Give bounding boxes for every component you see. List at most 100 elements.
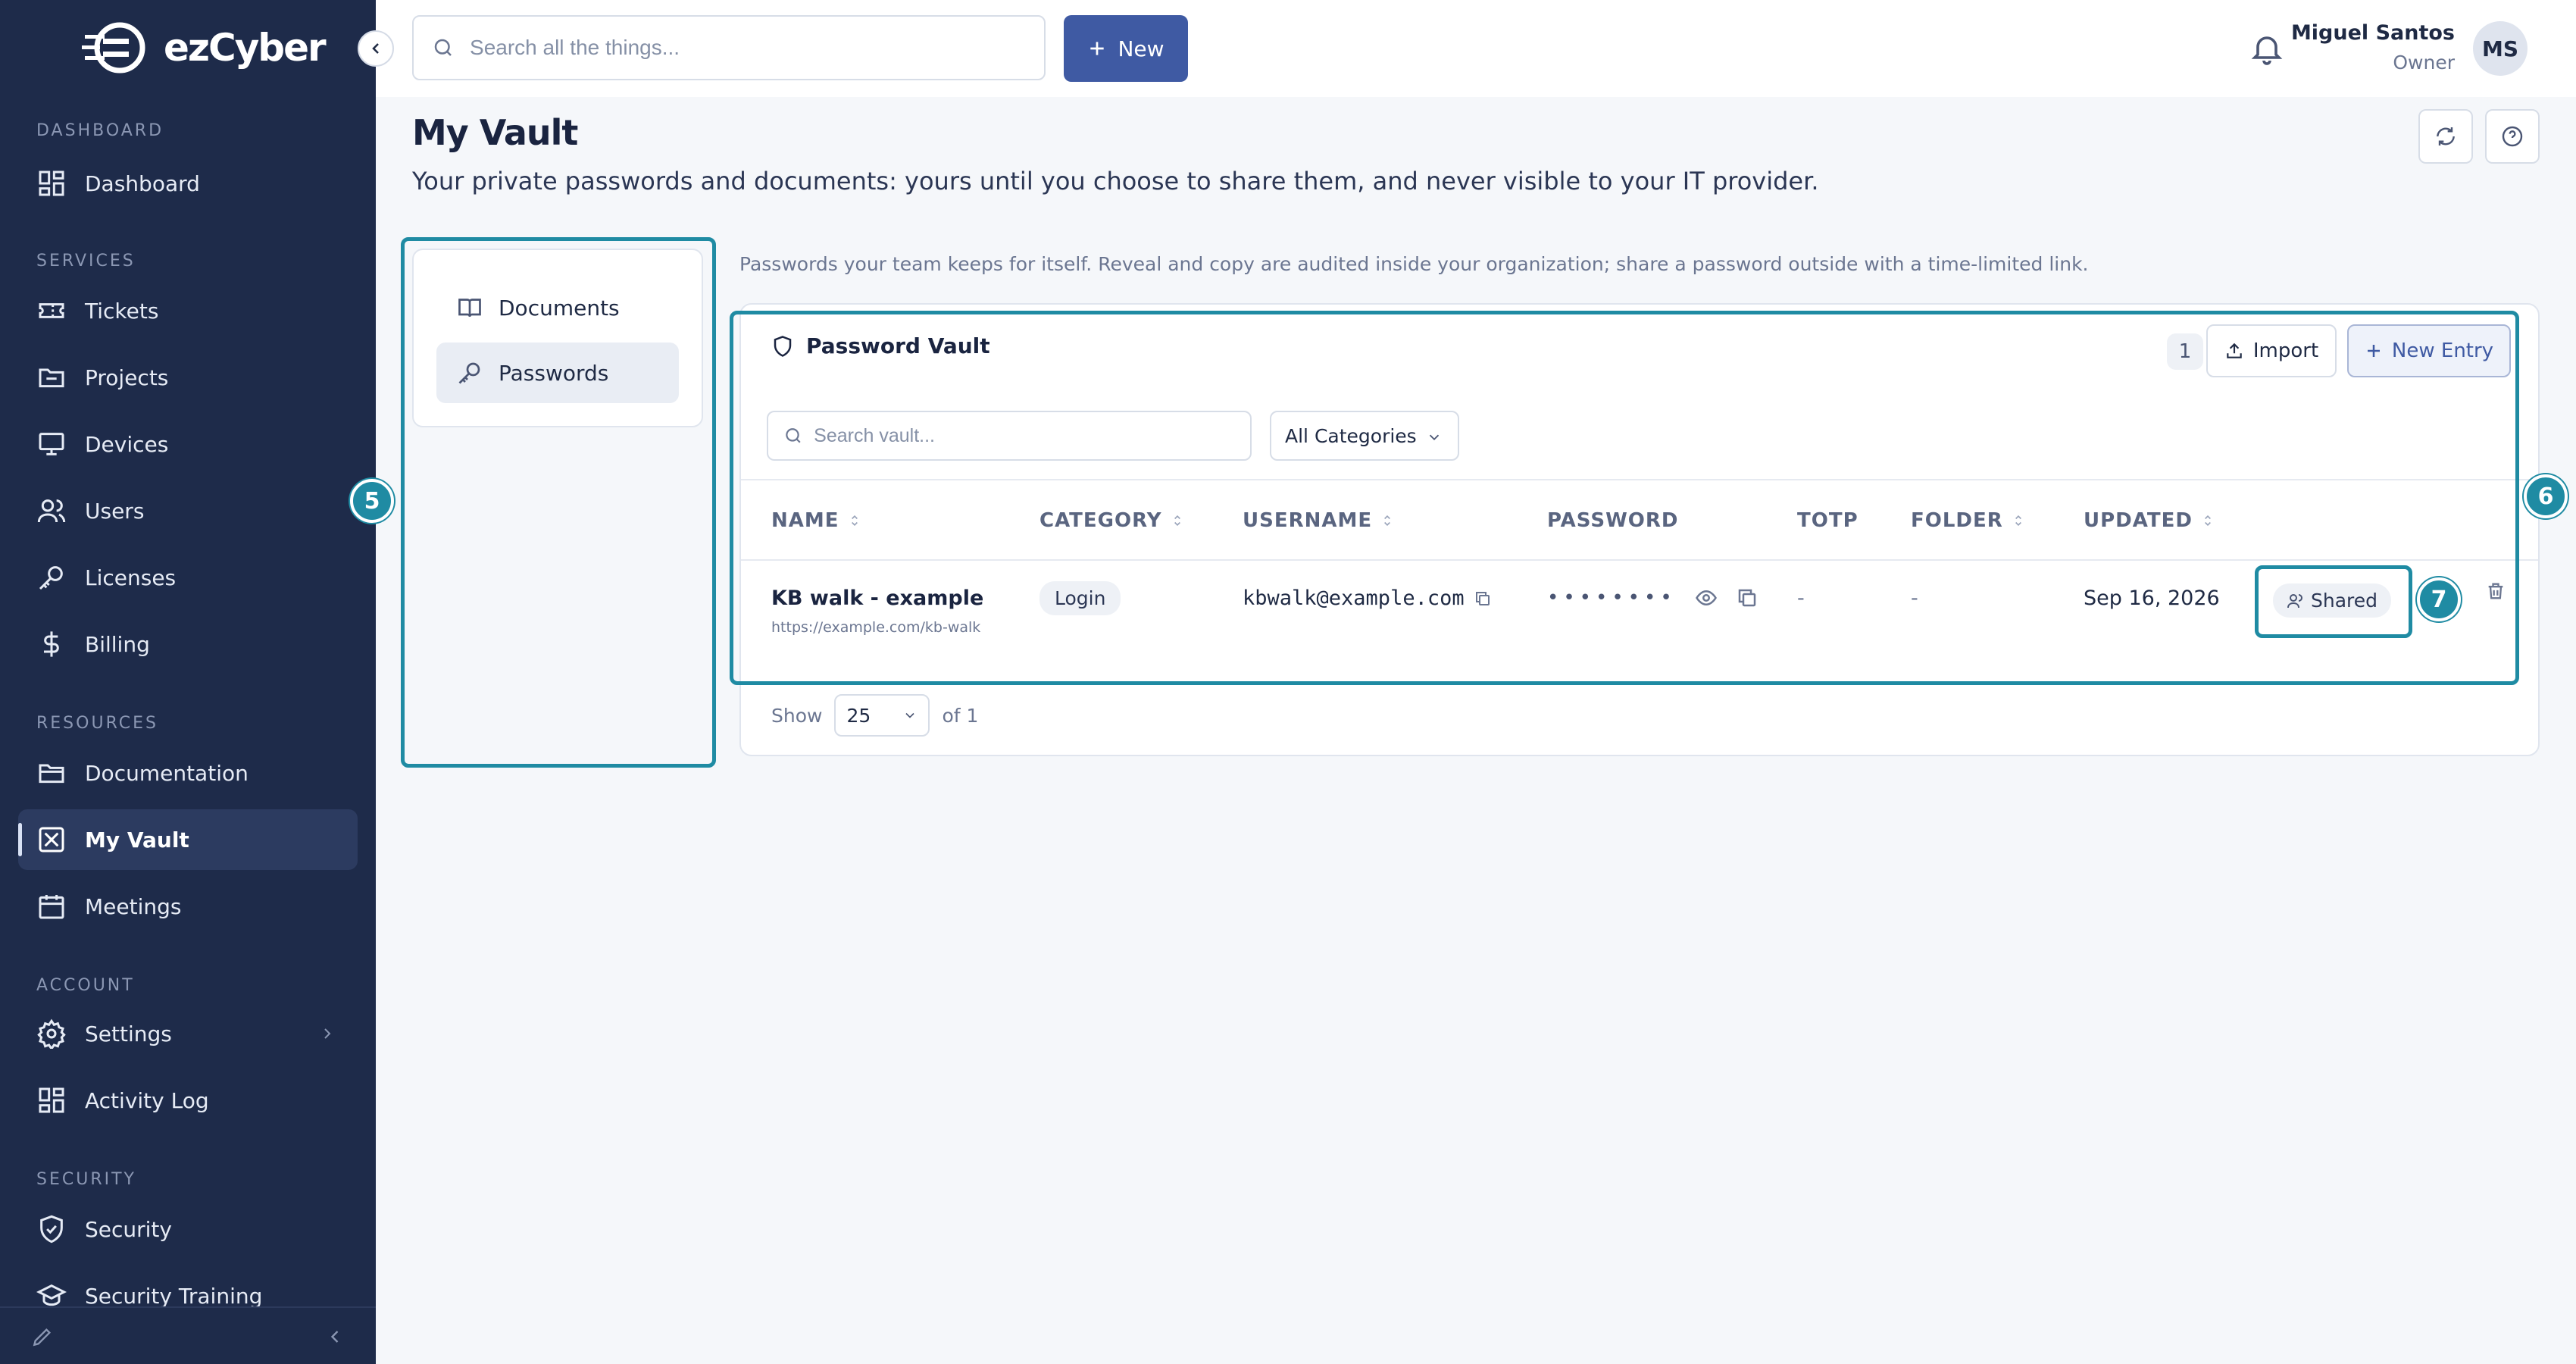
entry-url[interactable]: https://example.com/kb-walk [771, 619, 983, 636]
annotation-badge-7: 7 [2417, 577, 2461, 621]
vault-title: Password Vault [771, 333, 990, 358]
sidebar-item-label: Settings [85, 1021, 172, 1046]
sidebar-item-label: Projects [85, 364, 169, 390]
sidebar-item-label: My Vault [85, 827, 189, 852]
tab-label: Documents [499, 295, 620, 321]
sidebar-item-label: Licenses [85, 565, 177, 590]
vault-search[interactable] [767, 411, 1252, 461]
column-updated[interactable]: UPDATED [2084, 509, 2215, 532]
tab-passwords[interactable]: Passwords [436, 343, 679, 403]
section-security: SECURITY [36, 1170, 136, 1189]
help-icon [2502, 126, 2523, 147]
sidebar-item-security[interactable]: Security [18, 1199, 358, 1259]
pagination: Show 25 of 1 [771, 694, 978, 737]
new-entry-button[interactable]: New Entry [2347, 324, 2511, 377]
page-title: My Vault [412, 112, 578, 153]
annotation-badge-6: 6 [2524, 474, 2568, 518]
entry-username: kbwalk@example.com [1243, 587, 1465, 610]
sidebar-item-activity-log[interactable]: Activity Log [18, 1070, 358, 1131]
refresh-button[interactable] [2418, 109, 2473, 164]
sidebar-item-label: Tickets [85, 298, 159, 324]
sidebar-item-dashboard[interactable]: Dashboard [18, 153, 358, 214]
pencil-icon[interactable] [30, 1325, 55, 1349]
copy-icon[interactable] [1736, 587, 1758, 609]
gear-icon [37, 1018, 66, 1049]
sidebar-item-documentation[interactable]: Documentation [18, 743, 358, 803]
sidebar-item-my-vault[interactable]: My Vault [18, 809, 358, 870]
section-resources: RESOURCES [36, 714, 158, 733]
new-button[interactable]: New [1064, 15, 1188, 82]
users-icon [37, 499, 66, 523]
sidebar-item-licenses[interactable]: Licenses [18, 547, 358, 608]
entry-password-mask: •••••••• [1547, 587, 1677, 609]
user-name[interactable]: Miguel Santos [2291, 21, 2455, 45]
sidebar-item-label: Dashboard [85, 170, 200, 196]
column-username[interactable]: USERNAME [1243, 509, 1395, 532]
vault-icon [39, 827, 64, 852]
brand-logo[interactable]: ezCyber [82, 21, 327, 74]
entry-username-cell: kbwalk@example.com [1243, 587, 1492, 610]
trash-icon[interactable] [2485, 580, 2506, 602]
column-category[interactable]: CATEGORY [1039, 509, 1185, 532]
key-icon [39, 566, 63, 590]
sidebar-item-devices[interactable]: Devices [18, 414, 358, 474]
password-vault-card: Password Vault 1 Import New Entry All Ca… [739, 303, 2540, 756]
chevron-down-icon [1429, 434, 1440, 441]
key-icon [458, 362, 480, 384]
sidebar-item-settings[interactable]: Settings [18, 1003, 358, 1064]
sort-icon [1384, 515, 1391, 527]
search-input[interactable] [470, 36, 1044, 60]
import-button[interactable]: Import [2206, 324, 2337, 377]
bell-icon[interactable] [2249, 30, 2285, 67]
plus-icon [2367, 345, 2380, 357]
eye-icon[interactable] [1695, 587, 1718, 609]
avatar[interactable]: MS [2473, 21, 2528, 76]
chevron-left-icon [372, 43, 379, 54]
chevron-down-icon [905, 712, 915, 718]
sort-icon [2015, 515, 2021, 527]
shared-badge[interactable]: Shared [2273, 583, 2392, 618]
entry-updated: Sep 16, 2026 [2084, 587, 2220, 610]
dashboard-icon [39, 170, 64, 196]
section-dashboard: DASHBOARD [36, 121, 164, 140]
sidebar-item-users[interactable]: Users [18, 480, 358, 541]
upload-icon [2227, 343, 2242, 358]
copy-icon[interactable] [1474, 590, 1492, 608]
sidebar-item-tickets[interactable]: Tickets [18, 280, 358, 341]
plus-icon [1090, 42, 1105, 55]
table-row[interactable]: KB walk - example https://example.com/kb… [741, 561, 2538, 670]
sort-icon [851, 515, 858, 527]
help-button[interactable] [2485, 109, 2540, 164]
sidebar: ezCyber DASHBOARD Dashboard SERVICES Tic… [0, 0, 376, 1364]
sidebar-item-label: Security Training [85, 1283, 263, 1309]
sidebar-item-label: Devices [85, 431, 169, 457]
entry-name-cell: KB walk - example https://example.com/kb… [771, 587, 983, 636]
sidebar-collapse-button[interactable] [358, 30, 394, 67]
sidebar-item-projects[interactable]: Projects [18, 347, 358, 408]
sidebar-item-meetings[interactable]: Meetings [18, 876, 358, 937]
vault-search-input[interactable] [814, 424, 1250, 447]
folder-open-icon [39, 764, 64, 784]
import-label: Import [2252, 339, 2319, 362]
shield-icon [774, 335, 792, 357]
section-account: ACCOUNT [36, 976, 135, 995]
sidebar-item-label: Meetings [85, 893, 182, 919]
tab-label: Passwords [499, 360, 609, 386]
refresh-icon [2437, 127, 2455, 145]
sidebar-item-billing[interactable]: Billing [18, 614, 358, 674]
page-size-select[interactable]: 25 [834, 694, 930, 737]
column-password: PASSWORD [1547, 509, 1679, 532]
global-search[interactable] [412, 15, 1046, 80]
category-filter[interactable]: All Categories [1270, 411, 1459, 461]
entry-password-cell: •••••••• [1547, 587, 1758, 609]
column-name[interactable]: NAME [771, 509, 862, 532]
entry-name[interactable]: KB walk - example [771, 587, 983, 610]
entry-count-badge: 1 [2167, 333, 2203, 370]
user-role: Owner [2393, 52, 2455, 74]
column-folder[interactable]: FOLDER [1911, 509, 2026, 532]
sidebar-footer [0, 1306, 376, 1364]
sort-icon [2205, 515, 2211, 527]
chevron-left-icon[interactable] [324, 1326, 345, 1347]
tab-documents[interactable]: Documents [436, 277, 679, 338]
page-of: of 1 [942, 704, 979, 727]
